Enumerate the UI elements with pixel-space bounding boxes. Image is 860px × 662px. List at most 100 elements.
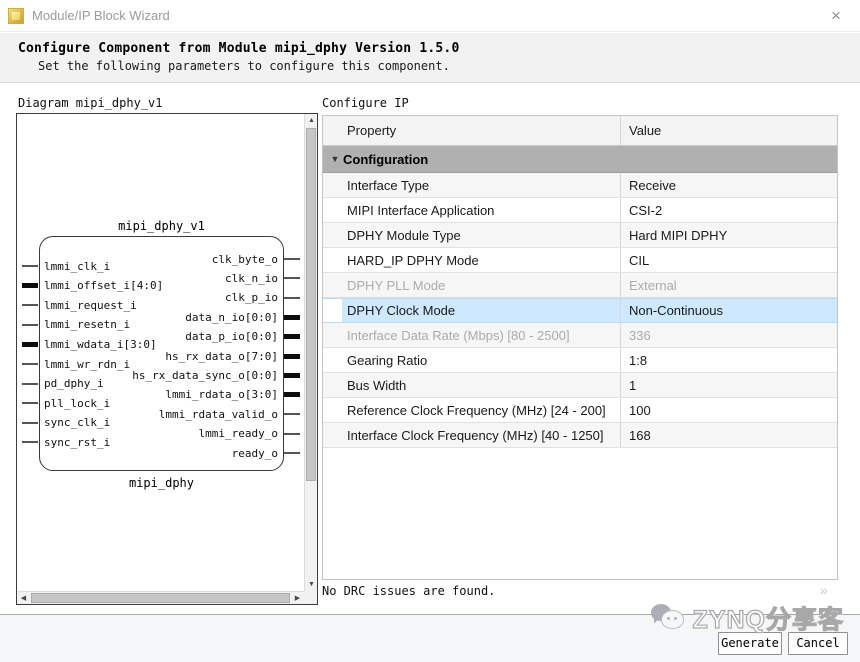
port-stub: [22, 383, 38, 385]
property-row-hard-ip-dphy-mode[interactable]: HARD_IP DPHY ModeCIL: [323, 248, 837, 273]
scroll-left-icon[interactable]: ◀: [17, 592, 30, 605]
property-row-gearing-ratio[interactable]: Gearing Ratio1:8: [323, 348, 837, 373]
property-value[interactable]: CSI-2: [621, 198, 837, 222]
port-stub: [284, 392, 300, 397]
port-label: ready_o: [232, 447, 278, 460]
port-stub: [22, 441, 38, 443]
port-data_p_io[0:0]: data_p_io[0:0]: [185, 330, 300, 344]
port-lmmi_offset_i[4:0]: lmmi_offset_i[4:0]: [22, 279, 163, 293]
port-label: data_p_io[0:0]: [185, 330, 278, 343]
property-table: Property Value ▼ Configuration Interface…: [322, 115, 838, 580]
port-lmmi_resetn_i: lmmi_resetn_i: [22, 318, 130, 332]
port-stub: [22, 304, 38, 306]
port-pll_lock_i: pll_lock_i: [22, 396, 110, 410]
port-stub: [22, 324, 38, 326]
scroll-up-icon[interactable]: ▲: [305, 114, 318, 127]
port-label: sync_clk_i: [44, 416, 110, 429]
group-label: Configuration: [343, 152, 428, 167]
property-value[interactable]: Hard MIPI DPHY: [621, 223, 837, 247]
property-value[interactable]: Receive: [621, 173, 837, 197]
port-label: lmmi_clk_i: [44, 260, 110, 273]
group-row-configuration[interactable]: ▼ Configuration: [323, 146, 837, 173]
horizontal-scrollbar[interactable]: ◀ ▶: [17, 591, 304, 604]
configure-ip-label: Configure IP: [322, 96, 409, 110]
column-header-property: Property: [323, 116, 621, 145]
vertical-scrollbar[interactable]: ▲ ▼: [304, 114, 317, 591]
window-title: Module/IP Block Wizard: [32, 8, 170, 23]
property-value[interactable]: 100: [621, 398, 837, 422]
port-stub: [284, 433, 300, 435]
title-bar: Module/IP Block Wizard ×: [0, 0, 860, 32]
port-sync_clk_i: sync_clk_i: [22, 416, 110, 430]
property-row-bus-width[interactable]: Bus Width1: [323, 373, 837, 398]
port-label: lmmi_ready_o: [199, 427, 278, 440]
property-value[interactable]: 1: [621, 373, 837, 397]
property-name: HARD_IP DPHY Mode: [323, 248, 621, 272]
property-name: Bus Width: [323, 373, 621, 397]
port-label: clk_byte_o: [212, 253, 278, 266]
diagram-label: Diagram mipi_dphy_v1: [18, 96, 163, 110]
diagram-panel: mipi_dphy_v1 mipi_dphy ▲ ▼ ◀ ▶ lmmi_clk_…: [16, 113, 318, 605]
scroll-right-icon[interactable]: ▶: [291, 592, 304, 605]
port-lmmi_request_i: lmmi_request_i: [22, 298, 137, 312]
app-icon: [8, 8, 24, 24]
vertical-scroll-thumb[interactable]: [306, 128, 316, 481]
port-stub: [284, 315, 300, 320]
port-stub: [22, 265, 38, 267]
close-icon[interactable]: ×: [826, 6, 846, 26]
port-label: lmmi_resetn_i: [44, 318, 130, 331]
wizard-subtitle: Set the following parameters to configur…: [38, 59, 450, 73]
collapse-icon[interactable]: ▼: [327, 154, 343, 164]
property-row-dphy-pll-mode[interactable]: DPHY PLL ModeExternal: [323, 273, 837, 298]
port-label: lmmi_wdata_i[3:0]: [44, 338, 157, 351]
property-name: Gearing Ratio: [323, 348, 621, 372]
property-row-reference-clock-frequency-mhz-24-200[interactable]: Reference Clock Frequency (MHz) [24 - 20…: [323, 398, 837, 423]
port-label: pll_lock_i: [44, 397, 110, 410]
port-stub: [284, 413, 300, 415]
property-name: Interface Data Rate (Mbps) [80 - 2500]: [323, 323, 621, 347]
port-lmmi_clk_i: lmmi_clk_i: [22, 259, 110, 273]
property-name: DPHY Clock Mode: [323, 299, 621, 322]
generate-button[interactable]: Generate: [718, 632, 782, 655]
port-lmmi_rdata_o[3:0]: lmmi_rdata_o[3:0]: [165, 388, 300, 402]
property-row-interface-data-rate-mbps-80-2500[interactable]: Interface Data Rate (Mbps) [80 - 2500]33…: [323, 323, 837, 348]
port-stub: [22, 283, 38, 288]
port-label: clk_p_io: [225, 291, 278, 304]
scroll-down-icon[interactable]: ▼: [305, 578, 318, 591]
wizard-title: Configure Component from Module mipi_dph…: [18, 41, 459, 56]
table-header: Property Value: [323, 116, 837, 146]
cancel-button[interactable]: Cancel: [788, 632, 848, 655]
property-value[interactable]: Non-Continuous: [621, 299, 837, 322]
property-name: DPHY Module Type: [323, 223, 621, 247]
property-row-mipi-interface-application[interactable]: MIPI Interface ApplicationCSI-2: [323, 198, 837, 223]
column-header-value: Value: [621, 116, 837, 145]
property-value[interactable]: 336: [621, 323, 837, 347]
port-stub: [284, 452, 300, 454]
property-row-interface-clock-frequency-mhz-40-1250[interactable]: Interface Clock Frequency (MHz) [40 - 12…: [323, 423, 837, 448]
block-title: mipi_dphy_v1: [39, 219, 284, 233]
property-row-dphy-clock-mode[interactable]: DPHY Clock ModeNon-Continuous: [323, 298, 837, 323]
port-clk_byte_o: clk_byte_o: [212, 252, 300, 266]
port-lmmi_ready_o: lmmi_ready_o: [199, 427, 300, 441]
property-value[interactable]: External: [621, 273, 837, 297]
horizontal-scroll-thumb[interactable]: [31, 593, 290, 603]
port-label: lmmi_rdata_valid_o: [159, 408, 278, 421]
port-clk_n_io: clk_n_io: [225, 271, 300, 285]
port-ready_o: ready_o: [232, 446, 300, 460]
property-value[interactable]: 1:8: [621, 348, 837, 372]
property-row-interface-type[interactable]: Interface TypeReceive: [323, 173, 837, 198]
property-name: DPHY PLL Mode: [323, 273, 621, 297]
property-value[interactable]: CIL: [621, 248, 837, 272]
property-row-dphy-module-type[interactable]: DPHY Module TypeHard MIPI DPHY: [323, 223, 837, 248]
port-label: lmmi_rdata_o[3:0]: [165, 388, 278, 401]
drc-status-message: No DRC issues are found.: [322, 584, 495, 598]
property-name: MIPI Interface Application: [323, 198, 621, 222]
port-stub: [284, 277, 300, 279]
property-value[interactable]: 168: [621, 423, 837, 447]
port-stub: [284, 297, 300, 299]
port-stub: [284, 334, 300, 339]
property-name: Reference Clock Frequency (MHz) [24 - 20…: [323, 398, 621, 422]
block-subtitle: mipi_dphy: [39, 476, 284, 490]
port-label: sync_rst_i: [44, 436, 110, 449]
property-name: Interface Type: [323, 173, 621, 197]
